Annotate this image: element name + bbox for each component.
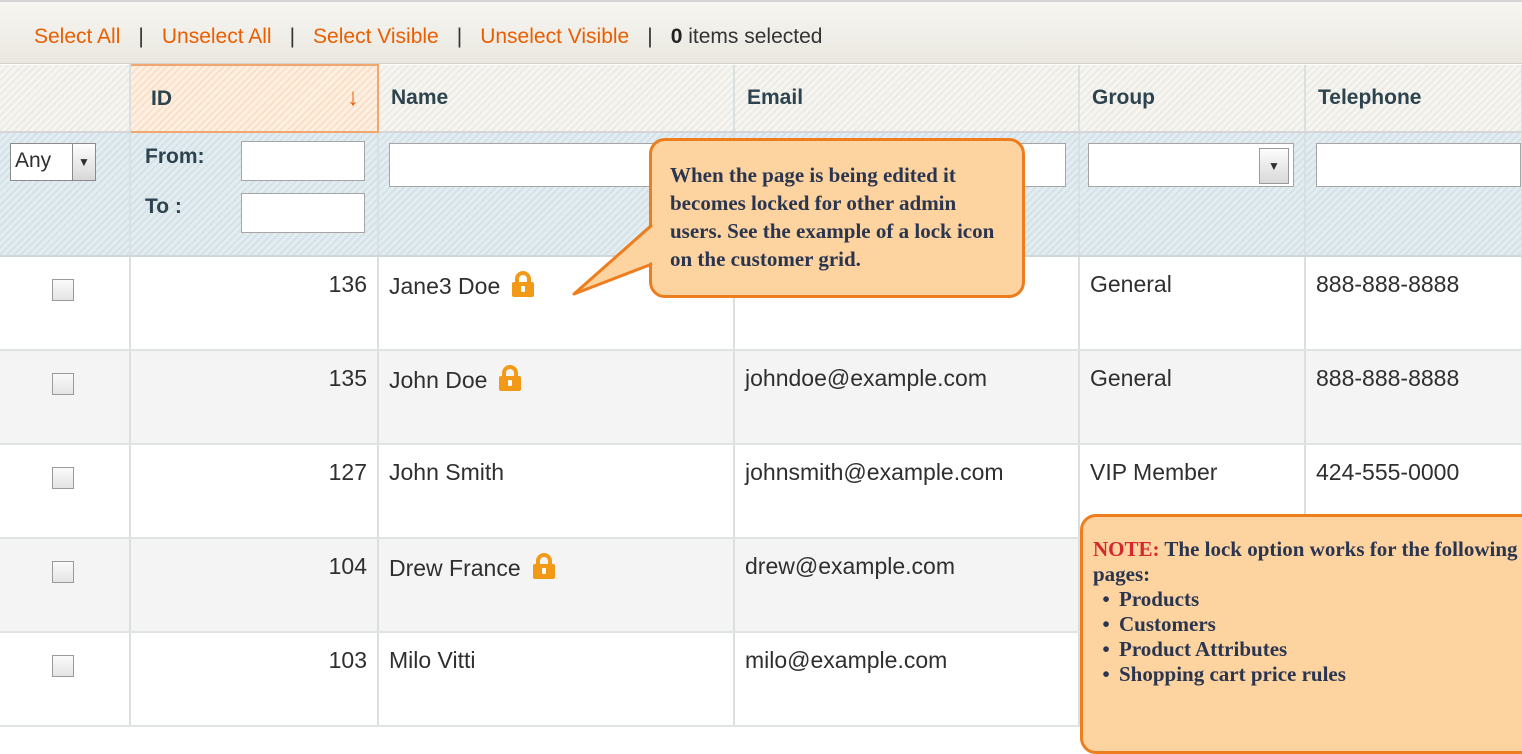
callout-pointer <box>572 223 653 296</box>
